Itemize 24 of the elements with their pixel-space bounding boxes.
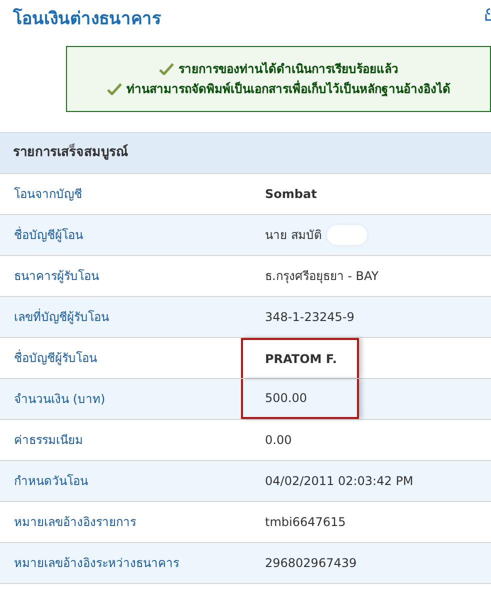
field-value: ธ.กรุงศรีอยุธยา - BAY [264,268,380,286]
field-value: 348-1-23245-9 [264,309,356,326]
field-label: ชื่อบัญชีผู้รับโอน [13,349,98,367]
field-value: Sombat [264,186,318,203]
field-label: โอนจากบัญชี [13,186,83,203]
section-title: รายการเสร็จสมบูรณ์ [13,143,128,162]
field-label: ธนาคารผู้รับโอน [13,268,100,285]
field-label: ชื่อบัญชีผู้โอน [13,226,84,244]
notice-text: ท่านสามารถจัดพิมพ์เป็นเอกสารเพื่อเก็บไว้เป็นหลักฐานอ้างอิงได้ [126,80,450,98]
check-icon [158,63,174,75]
field-label: หมายเลขอ้างอิงระหว่างธนาคาร [13,555,180,572]
notice-text: รายการของท่านได้ดำเนินการเรียบร้อยแล้ว [178,60,398,78]
check-icon [106,83,122,95]
page-title: โอนเงินต่างธนาคาร [13,7,161,32]
field-label: หมายเลขอ้างอิงรายการ [13,514,137,531]
field-value: 0.00 [264,432,293,449]
field-label: ค่าธรรมเนียม [13,432,84,449]
field-value: tmbi6647615 [264,514,347,531]
field-value: 04/02/2011 02:03:42 PM [264,473,414,490]
field-label: เลขที่บัญชีผู้รับโอน [13,308,110,326]
field-value: 296802967439 [264,555,358,572]
field-label: กำหนดวันโอน [13,473,89,490]
field-value: นาย สมบัติ [264,227,323,244]
field-label: จำนวนเงิน (บาท) [13,391,106,408]
